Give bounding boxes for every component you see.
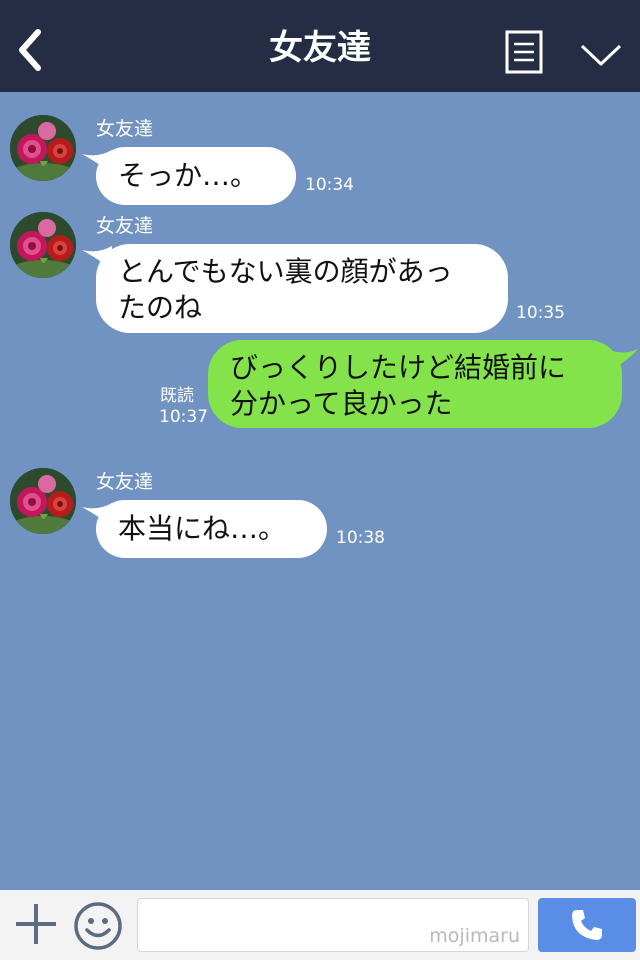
message-line: びっくりしたけど結婚前に xyxy=(230,351,567,384)
header-bar: 女友達 xyxy=(0,0,640,92)
watermark-text: mojimaru xyxy=(429,925,520,947)
message-bubble[interactable]: 本当にね…。 xyxy=(96,500,327,558)
message-time: 10:37 xyxy=(159,407,208,427)
message-bubble[interactable]: とんでもない裏の顔があっ たのね xyxy=(96,244,508,333)
back-button[interactable] xyxy=(10,24,50,74)
message-line: 分かって良かった xyxy=(230,387,453,420)
message-time: 10:38 xyxy=(336,528,385,548)
expand-button[interactable] xyxy=(578,38,624,70)
message-line: たのね xyxy=(118,291,203,324)
chevron-left-icon xyxy=(19,29,41,71)
message-bubble[interactable]: びっくりしたけど結婚前に 分かって良かった xyxy=(208,340,622,428)
chevron-down-icon xyxy=(580,44,622,66)
avatar[interactable] xyxy=(10,212,76,278)
message-input[interactable]: mojimaru xyxy=(137,898,529,952)
message-line: 本当にね…。 xyxy=(118,512,287,545)
bubble-tail xyxy=(604,347,638,373)
rose-avatar-icon xyxy=(10,212,76,278)
sender-name: 女友達 xyxy=(96,471,154,493)
message-line: そっか…。 xyxy=(118,159,259,192)
smiley-icon xyxy=(74,902,122,950)
chat-title: 女友達 xyxy=(269,28,371,68)
input-bar: mojimaru xyxy=(0,890,640,960)
call-button[interactable] xyxy=(538,898,636,952)
message-line: とんでもない裏の顔があっ xyxy=(118,255,453,288)
sender-name: 女友達 xyxy=(96,215,154,237)
read-receipt: 既読 xyxy=(160,386,194,406)
menu-button[interactable] xyxy=(505,30,543,74)
plus-icon xyxy=(16,904,56,944)
avatar[interactable] xyxy=(10,115,76,181)
phone-icon xyxy=(572,910,602,940)
rose-avatar-icon xyxy=(10,115,76,181)
rose-avatar-icon xyxy=(10,468,76,534)
notes-list-icon xyxy=(505,30,543,74)
chat-screen: 女友達 女友達 そっか…。 10:34 女友達 とんでもない裏の顔があっ たのね… xyxy=(0,0,640,960)
add-button[interactable] xyxy=(14,902,58,946)
message-time: 10:34 xyxy=(305,175,354,195)
avatar[interactable] xyxy=(10,468,76,534)
emoji-button[interactable] xyxy=(73,901,123,951)
message-bubble[interactable]: そっか…。 xyxy=(96,147,296,205)
sender-name: 女友達 xyxy=(96,118,154,140)
message-time: 10:35 xyxy=(516,303,565,323)
